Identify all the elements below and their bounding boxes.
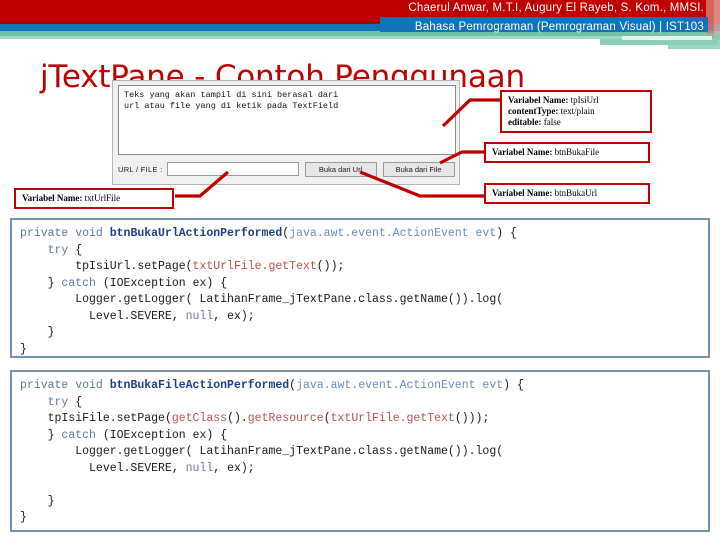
code-line: } bbox=[47, 494, 55, 508]
code-line: } catch (IOException ex) { bbox=[47, 428, 228, 442]
callout-txt-url-file: Variabel Name: txtUrlFile bbox=[14, 188, 174, 209]
code-line: try { bbox=[47, 243, 83, 257]
code-line: tpIsiFile.setPage(getClass().getResource… bbox=[47, 412, 490, 425]
code-line: try { bbox=[47, 395, 83, 409]
code-line: Logger.getLogger( LatihanFrame_jTextPane… bbox=[75, 445, 504, 458]
slide-banner: Chaerul Anwar, M.T.I, Augury El Rayeb, S… bbox=[0, 0, 720, 40]
banner-course-text: Bahasa Pemrograman (Pemrograman Visual) … bbox=[414, 21, 704, 33]
callout-line: contentType: text/plain bbox=[508, 106, 644, 117]
callout-key: Variabel Name: bbox=[22, 193, 83, 203]
code-line: Level.SEVERE, null, ex); bbox=[89, 461, 255, 475]
code-line: tpIsiUrl.setPage(txtUrlFile.getText()); bbox=[75, 260, 345, 273]
url-file-label: URL / FILE : bbox=[118, 164, 163, 174]
callout-value: btnBukaUrl bbox=[552, 188, 598, 198]
callout-tp-isi-url: Variabel Name: tpIsiUrl contentType: tex… bbox=[500, 90, 652, 133]
buka-dari-url-button[interactable]: Buka dari Url bbox=[304, 161, 377, 177]
callout-btn-buka-url: Variabel Name: btnBukaUrl bbox=[484, 183, 650, 204]
jtextpane-preview: Teks yang akan tampil di sini berasal da… bbox=[118, 85, 456, 155]
gui-form-mockup: Teks yang akan tampil di sini berasal da… bbox=[112, 80, 460, 185]
code-line: } bbox=[20, 511, 27, 524]
form-bottom-row: URL / FILE : Buka dari Url Buka dari Fil… bbox=[118, 160, 456, 178]
code-line: Level.SEVERE, null, ex); bbox=[89, 309, 255, 323]
banner-authors: Chaerul Anwar, M.T.I, Augury El Rayeb, S… bbox=[408, 2, 704, 14]
code-block-btn-buka-file: private void btnBukaFileActionPerformed(… bbox=[10, 370, 710, 532]
callout-value: txtUrlFile bbox=[82, 193, 121, 203]
code-line: Logger.getLogger( LatihanFrame_jTextPane… bbox=[75, 293, 504, 306]
callout-btn-buka-file: Variabel Name: btnBukaFile bbox=[484, 142, 650, 163]
callout-value: tpIsiUrl bbox=[568, 95, 599, 105]
code-line: } bbox=[47, 326, 55, 339]
callout-key: editable: bbox=[508, 117, 542, 127]
callout-key: Variabel Name: bbox=[492, 188, 553, 198]
callout-key: Variabel Name: bbox=[492, 147, 553, 157]
buka-dari-file-button[interactable]: Buka dari File bbox=[382, 161, 455, 177]
url-file-input[interactable] bbox=[166, 162, 299, 176]
code-block-btn-buka-url: private void btnBukaUrlActionPerformed(j… bbox=[10, 218, 710, 358]
callout-line: editable: false bbox=[508, 117, 644, 128]
callout-key: Variabel Name: bbox=[508, 95, 569, 105]
callout-value: false bbox=[541, 117, 561, 127]
banner-course-strip: Bahasa Pemrograman (Pemrograman Visual) … bbox=[380, 17, 708, 33]
code-line: private void btnBukaFileActionPerformed(… bbox=[20, 379, 524, 392]
callout-value: btnBukaFile bbox=[552, 147, 600, 157]
callout-value: text/plain bbox=[558, 106, 595, 116]
code-line: } catch (IOException ex) { bbox=[47, 276, 228, 290]
callout-key: contentType: bbox=[508, 106, 559, 116]
code-line: } bbox=[20, 342, 27, 356]
code-line: private void btnBukaUrlActionPerformed(j… bbox=[20, 227, 517, 240]
callout-line: Variabel Name: tpIsiUrl bbox=[508, 95, 644, 106]
banner-accent-highlight bbox=[622, 36, 712, 40]
